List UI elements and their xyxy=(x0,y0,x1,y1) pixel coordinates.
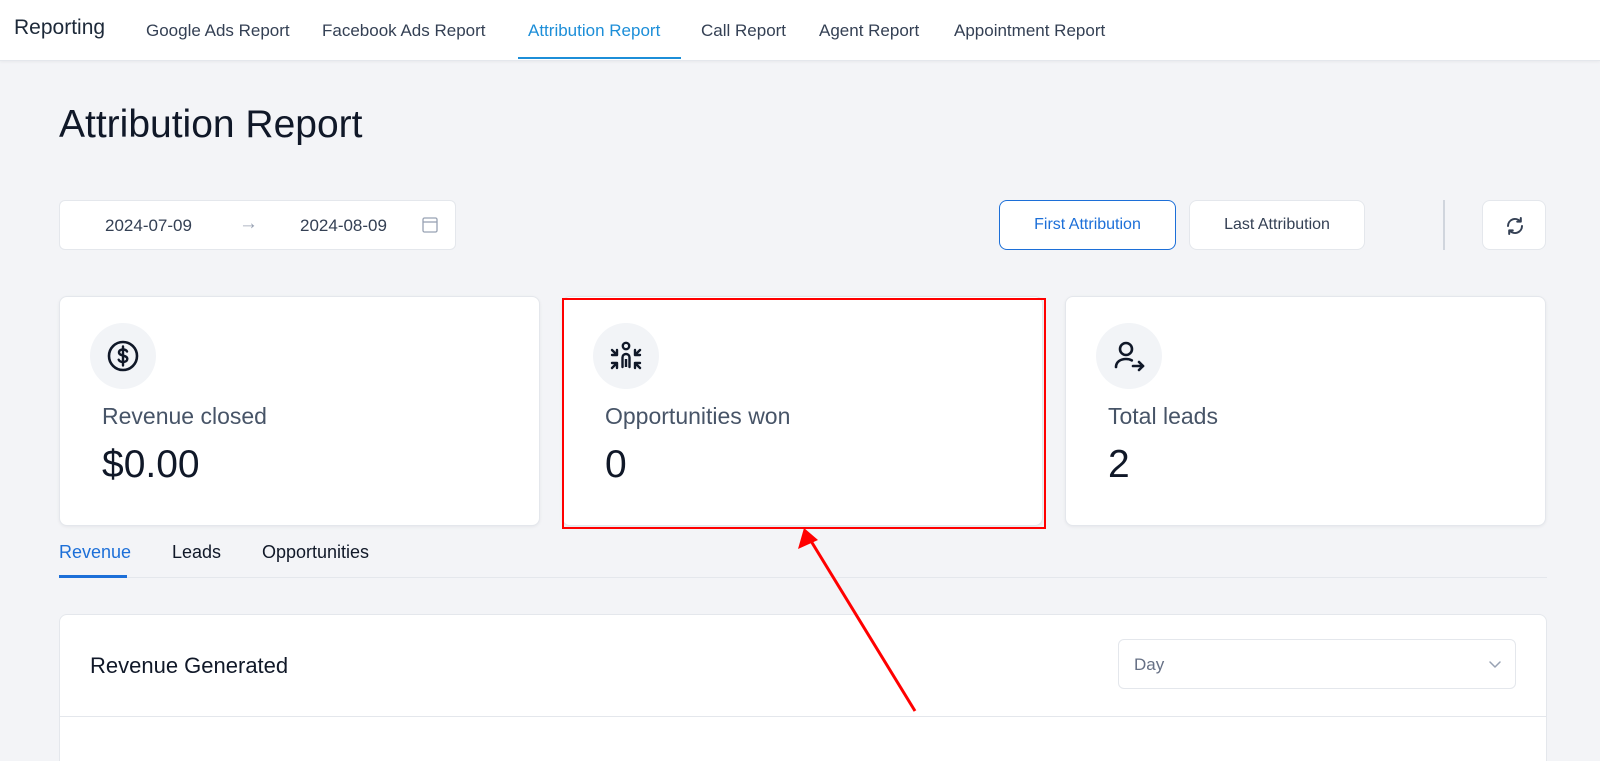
user-arrow-icon xyxy=(1096,323,1162,389)
tab-facebook-ads-report[interactable]: Facebook Ads Report xyxy=(322,21,485,41)
refresh-icon xyxy=(1506,217,1524,235)
granularity-select[interactable]: Day xyxy=(1118,639,1516,689)
stat-card-revenue-closed: Revenue closed $0.00 xyxy=(59,296,540,526)
card-value: $0.00 xyxy=(102,443,200,486)
subtab-leads[interactable]: Leads xyxy=(172,542,221,563)
tab-attribution-report[interactable]: Attribution Report xyxy=(528,21,660,41)
active-subtab-indicator xyxy=(59,575,127,578)
start-date-input[interactable]: 2024-07-09 xyxy=(105,216,192,236)
first-attribution-button[interactable]: First Attribution xyxy=(999,200,1176,250)
stat-card-opportunities-won: Opportunities won 0 xyxy=(562,296,1043,526)
subtab-revenue[interactable]: Revenue xyxy=(59,542,131,563)
granularity-value: Day xyxy=(1134,655,1165,674)
tab-call-report[interactable]: Call Report xyxy=(701,21,786,41)
last-attribution-button[interactable]: Last Attribution xyxy=(1189,200,1365,250)
card-value: 0 xyxy=(605,443,627,486)
panel-title: Revenue Generated xyxy=(90,653,289,678)
card-value: 2 xyxy=(1108,443,1130,486)
arrow-right-icon: → xyxy=(239,213,258,234)
toolbar-divider xyxy=(1443,200,1445,250)
panel-divider xyxy=(60,716,1546,717)
card-label: Total leads xyxy=(1108,403,1218,429)
top-nav: Reporting Google Ads Report Facebook Ads… xyxy=(0,0,1600,61)
subtab-opportunities[interactable]: Opportunities xyxy=(262,542,369,563)
date-range-picker[interactable]: 2024-07-09 → 2024-08-09 xyxy=(59,200,456,250)
opportunities-icon xyxy=(593,323,659,389)
card-label: Opportunities won xyxy=(605,403,791,429)
refresh-button[interactable] xyxy=(1482,200,1546,250)
card-label: Revenue closed xyxy=(102,403,267,429)
tab-agent-report[interactable]: Agent Report xyxy=(819,21,919,41)
revenue-generated-panel: Revenue Generated Day xyxy=(59,614,1547,761)
dollar-circle-icon xyxy=(90,323,156,389)
chevron-down-icon xyxy=(1489,661,1501,668)
page-title: Attribution Report xyxy=(59,103,363,146)
tab-appointment-report[interactable]: Appointment Report xyxy=(954,21,1105,41)
stat-card-total-leads: Total leads 2 xyxy=(1065,296,1546,526)
brand-title: Reporting xyxy=(14,16,106,39)
subtab-divider xyxy=(59,577,1547,578)
calendar-icon[interactable] xyxy=(422,216,438,238)
active-tab-indicator xyxy=(518,57,681,59)
end-date-input[interactable]: 2024-08-09 xyxy=(300,216,387,236)
tab-google-ads-report[interactable]: Google Ads Report xyxy=(146,21,290,41)
